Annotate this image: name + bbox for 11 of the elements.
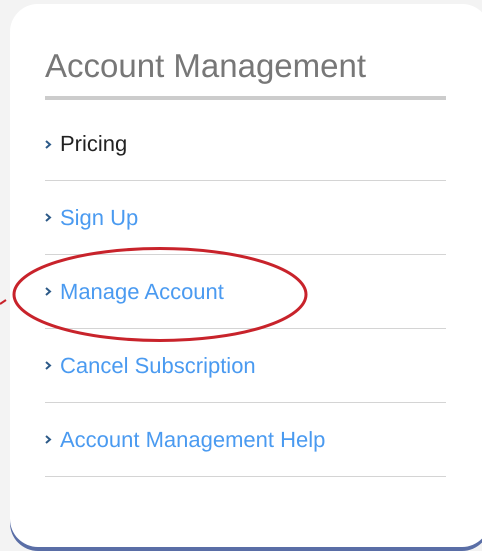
chevron-icon <box>45 435 52 444</box>
chevron-icon <box>45 361 52 370</box>
chevron-icon <box>45 140 52 148</box>
chevron-icon <box>45 287 52 296</box>
nav-link[interactable]: Manage Account <box>45 278 224 306</box>
nav-link[interactable]: Account Management Help <box>45 426 326 454</box>
nav-link[interactable]: Sign Up <box>45 204 138 232</box>
chevron-icon <box>45 213 52 222</box>
panel-title: Account Management <box>45 46 366 86</box>
nav-link[interactable]: Cancel Subscription <box>45 352 256 380</box>
nav-link[interactable]: Pricing <box>45 130 128 158</box>
